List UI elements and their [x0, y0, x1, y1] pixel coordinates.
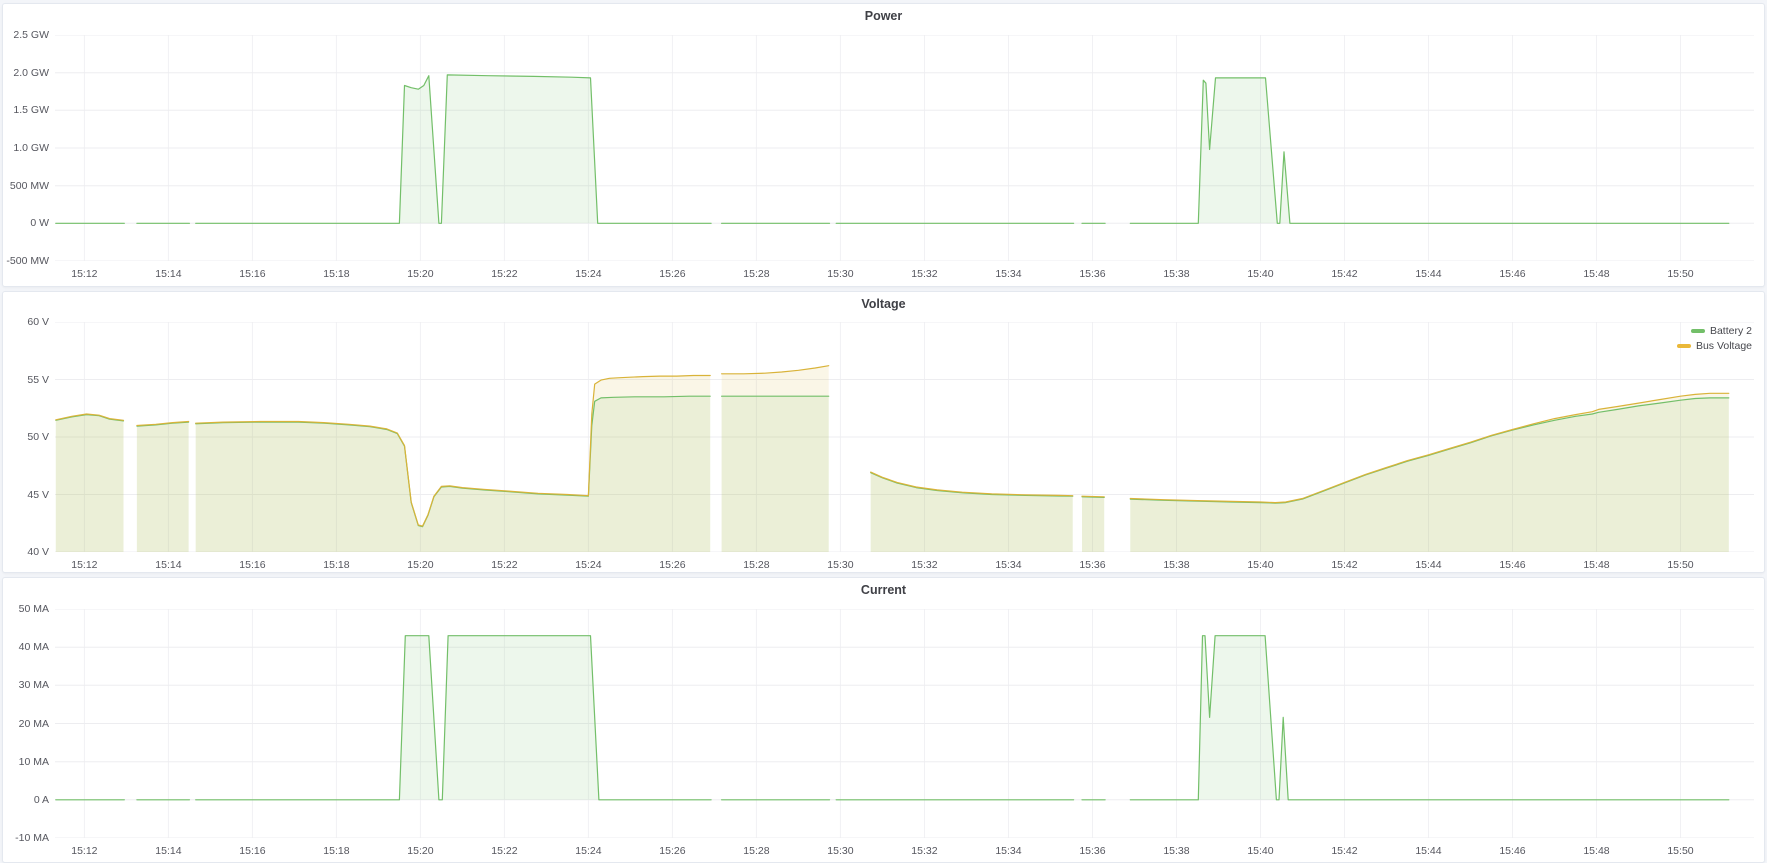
x-tick-label: 15:46 [1487, 559, 1537, 571]
legend-item-label: Battery 2 [1710, 325, 1752, 337]
x-tick-label: 15:30 [815, 559, 865, 571]
x-tick-label: 15:42 [1319, 559, 1369, 571]
x-tick-label: 15:20 [395, 559, 445, 571]
x-tick-label: 15:32 [899, 268, 949, 280]
y-tick-label: 1.0 GW [3, 142, 49, 154]
panel-voltage: Voltage 60 V 55 V 50 V 45 V 40 V 15:12 15:14 1… [2, 291, 1765, 573]
voltage-chart-svg [55, 322, 1754, 552]
power-plot-area[interactable] [55, 35, 1754, 261]
x-tick-label: 15:50 [1655, 559, 1705, 571]
y-tick-label: 20 MA [3, 718, 49, 730]
x-tick-label: 15:44 [1403, 845, 1453, 857]
y-tick-label: 60 V [3, 316, 49, 328]
legend-swatch-icon [1691, 329, 1705, 333]
y-tick-label: 500 MW [3, 180, 49, 192]
x-tick-label: 15:36 [1067, 268, 1117, 280]
legend-item-battery-2[interactable]: Battery 2 [1691, 324, 1752, 338]
x-tick-label: 15:28 [731, 559, 781, 571]
x-tick-label: 15:20 [395, 845, 445, 857]
x-tick-label: 15:34 [983, 559, 1033, 571]
x-tick-label: 15:48 [1571, 268, 1621, 280]
x-tick-label: 15:22 [479, 268, 529, 280]
x-tick-label: 15:46 [1487, 845, 1537, 857]
y-tick-label: 50 MA [3, 603, 49, 615]
y-tick-label: 30 MA [3, 679, 49, 691]
x-tick-label: 15:46 [1487, 268, 1537, 280]
y-tick-label: -500 MW [3, 255, 49, 267]
x-tick-label: 15:42 [1319, 268, 1369, 280]
voltage-plot-area[interactable]: Battery 2 Bus Voltage [55, 322, 1754, 552]
legend-swatch-icon [1677, 344, 1691, 348]
x-tick-label: 15:12 [59, 268, 109, 280]
y-tick-label: 0 A [3, 794, 49, 806]
x-tick-label: 15:38 [1151, 845, 1201, 857]
x-tick-label: 15:40 [1235, 268, 1285, 280]
y-tick-label: 2.0 GW [3, 67, 49, 79]
x-tick-label: 15:48 [1571, 559, 1621, 571]
y-tick-label: 50 V [3, 431, 49, 443]
x-tick-label: 15:30 [815, 268, 865, 280]
x-tick-label: 15:28 [731, 845, 781, 857]
x-tick-label: 15:22 [479, 559, 529, 571]
x-tick-label: 15:16 [227, 845, 277, 857]
x-tick-label: 15:24 [563, 268, 613, 280]
x-tick-label: 15:16 [227, 559, 277, 571]
panel-title-power[interactable]: Power [3, 9, 1764, 23]
x-tick-label: 15:26 [647, 268, 697, 280]
x-tick-label: 15:50 [1655, 268, 1705, 280]
x-tick-label: 15:16 [227, 268, 277, 280]
x-tick-label: 15:32 [899, 559, 949, 571]
x-tick-label: 15:40 [1235, 559, 1285, 571]
x-tick-label: 15:20 [395, 268, 445, 280]
panel-title-voltage[interactable]: Voltage [3, 297, 1764, 311]
voltage-legend: Battery 2 Bus Voltage [1677, 324, 1752, 353]
x-tick-label: 15:48 [1571, 845, 1621, 857]
y-tick-label: 40 MA [3, 641, 49, 653]
current-plot-area[interactable] [55, 609, 1754, 838]
x-tick-label: 15:50 [1655, 845, 1705, 857]
x-tick-label: 15:36 [1067, 559, 1117, 571]
panel-current: Current 50 MA 40 MA 30 MA 20 MA 10 MA 0 A -10 … [2, 577, 1765, 863]
x-tick-label: 15:12 [59, 845, 109, 857]
current-chart-svg [55, 609, 1754, 838]
x-tick-label: 15:22 [479, 845, 529, 857]
x-tick-label: 15:14 [143, 845, 193, 857]
y-tick-label: 55 V [3, 374, 49, 386]
x-tick-label: 15:38 [1151, 559, 1201, 571]
x-tick-label: 15:34 [983, 268, 1033, 280]
y-tick-label: 0 W [3, 217, 49, 229]
x-tick-label: 15:24 [563, 845, 613, 857]
x-tick-label: 15:44 [1403, 559, 1453, 571]
x-tick-label: 15:42 [1319, 845, 1369, 857]
x-tick-label: 15:30 [815, 845, 865, 857]
x-tick-label: 15:26 [647, 845, 697, 857]
panel-power: Power 2.5 GW 2.0 GW 1.5 GW 1.0 GW 500 MW 0 W -… [2, 3, 1765, 287]
x-tick-label: 15:18 [311, 845, 361, 857]
x-tick-label: 15:24 [563, 559, 613, 571]
y-tick-label: 40 V [3, 546, 49, 558]
x-tick-label: 15:38 [1151, 268, 1201, 280]
power-chart-svg [55, 35, 1754, 261]
legend-item-label: Bus Voltage [1696, 340, 1752, 352]
x-tick-label: 15:26 [647, 559, 697, 571]
y-tick-label: 45 V [3, 489, 49, 501]
y-tick-label: -10 MA [3, 832, 49, 844]
y-tick-label: 2.5 GW [3, 29, 49, 41]
x-tick-label: 15:28 [731, 268, 781, 280]
x-tick-label: 15:18 [311, 268, 361, 280]
x-tick-label: 15:40 [1235, 845, 1285, 857]
x-tick-label: 15:32 [899, 845, 949, 857]
panel-title-current[interactable]: Current [3, 583, 1764, 597]
x-tick-label: 15:34 [983, 845, 1033, 857]
x-tick-label: 15:14 [143, 268, 193, 280]
x-tick-label: 15:14 [143, 559, 193, 571]
y-tick-label: 10 MA [3, 756, 49, 768]
x-tick-label: 15:12 [59, 559, 109, 571]
x-tick-label: 15:44 [1403, 268, 1453, 280]
x-tick-label: 15:18 [311, 559, 361, 571]
legend-item-bus-voltage[interactable]: Bus Voltage [1677, 339, 1752, 353]
y-tick-label: 1.5 GW [3, 104, 49, 116]
x-tick-label: 15:36 [1067, 845, 1117, 857]
